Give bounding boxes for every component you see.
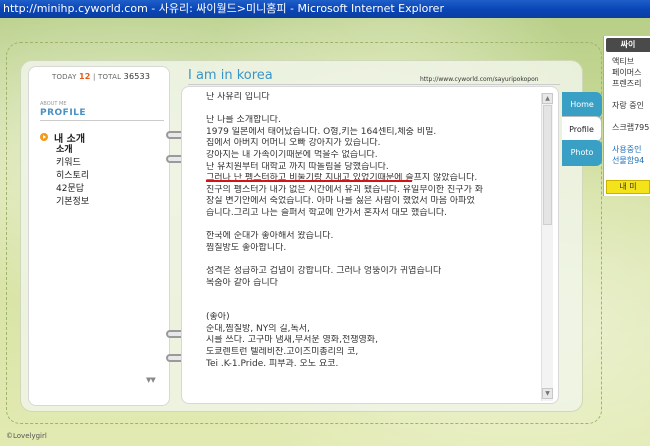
content-line: 순대,찜질방, NY의 길,독서, — [206, 323, 310, 334]
side-panel-item[interactable] — [612, 133, 649, 144]
content-line: 집에서 아버지 어머니 오빠 강아지가 있습니다. — [206, 138, 381, 149]
content-line: 1979 일본에서 태어났습니다. O형,키는 164센티,체중 비밀. — [206, 126, 437, 137]
total-label: TOTAL — [98, 73, 122, 81]
header-divider — [188, 84, 560, 85]
content-line — [206, 254, 536, 266]
menu-item-42qa[interactable]: 42문답 — [40, 183, 89, 196]
side-panel-item[interactable] — [612, 89, 649, 100]
tab-home[interactable]: Home — [562, 92, 602, 118]
about-me-label: ABOUT ME — [40, 101, 67, 107]
content-line — [206, 289, 536, 301]
content-line: 성격은 성급하고 겁념이 강합니다. 그러나 엉뚱이가 귀엽습니다 — [206, 265, 442, 276]
scroll-thumb[interactable] — [543, 105, 552, 225]
menu-main-item[interactable]: 내 소개 — [40, 130, 89, 145]
content-line: (좋아) — [206, 312, 230, 323]
content-line: 강아지는 내 가족이기때문에 먹을수 없습니다. — [206, 149, 378, 160]
profile-divider — [40, 120, 164, 121]
homepage-url[interactable]: http://www.cyworld.com/sayuripokopon — [420, 76, 539, 83]
content-line: 그러나 난 펭스터하고 비둘기랑 지내고 있었기때문에 슬프지 않았습니다. — [206, 173, 478, 184]
content-line: 난 사유리 입니다 — [206, 92, 270, 102]
content-line: 시를 쓰다. 고구마 냄새,무서운 영화,전쟁영화, — [206, 335, 378, 346]
content-line: 도쿄렌트런 텔레비잔.고이즈미총리의 코, — [206, 347, 359, 358]
profile-menu: 내 소개 소개 키워드 히스토리 42문답 기본정보 — [40, 130, 89, 209]
content-line: 한국에 순대가 좋아해서 왔습니다. — [206, 231, 334, 242]
my-minihompy-button[interactable]: 내 미 — [606, 180, 650, 194]
side-panel-item[interactable]: 액티브 — [612, 56, 649, 67]
scroll-up-icon[interactable]: ▲ — [542, 93, 553, 104]
visitor-counter: TODAY 12 | TOTAL 36533 — [52, 72, 150, 81]
menu-item-basic-info[interactable]: 기본정보 — [40, 196, 89, 209]
content-line: 목숨아 같아 습니다 — [206, 277, 278, 288]
red-underline — [206, 180, 412, 182]
menu-item-keyword[interactable]: 키워드 — [40, 157, 89, 170]
tab-photo[interactable]: Photo — [562, 140, 602, 166]
content-line: 친구의 펭스터가 내가 없은 시간에서 유괴 됐습니다. 유일무이한 친구가 화 — [206, 184, 484, 195]
today-count: 12 — [79, 72, 91, 81]
page-title: I am in korea — [188, 68, 273, 83]
content-line: 장실 변기안에서 죽었습니다. 아마 나를 싫은 사람이 했었서 마음 아파었 — [206, 196, 475, 207]
content-line: 찜질방도 좋아합니다. — [206, 242, 287, 253]
menu-item-history[interactable]: 히스토리 — [40, 170, 89, 183]
double-chevron-down-icon[interactable]: ▼▼ — [146, 376, 156, 384]
total-count: 36533 — [123, 72, 151, 81]
side-panel-item[interactable]: 페이머스 — [612, 67, 649, 78]
scrollbar[interactable]: ▲ ▼ — [541, 93, 553, 401]
scroll-down-icon[interactable]: ▼ — [542, 388, 553, 399]
content-line — [206, 104, 536, 116]
content-line: 난 나를 소개합니다. — [206, 115, 281, 126]
side-panel-item[interactable]: 프렌즈리 — [612, 78, 649, 89]
menu-main-label: 내 소개 — [54, 133, 86, 145]
orange-arrow-icon — [40, 133, 48, 141]
profile-title: PROFILE — [40, 108, 87, 118]
profile-content: 난 사유리 입니다난 나를 소개합니다. 1979 일본에서 태어났습니다. O형… — [206, 92, 536, 400]
side-panel-item[interactable]: 자랑 중인 — [612, 100, 649, 111]
side-panel-item[interactable] — [612, 111, 649, 122]
today-label: TODAY — [52, 73, 77, 81]
content-line: 난 유치원부터 대학교 까지 따돌림을 당했습니다. — [206, 161, 389, 172]
copyright: ©Lovelygirl — [6, 432, 47, 440]
side-panel-item[interactable]: 선물함94 — [612, 155, 649, 166]
content-line — [206, 301, 536, 313]
content-line: Tei .K-1.Pride. 피부과. 오노 요코. — [206, 358, 339, 369]
tab-profile[interactable]: Profile — [562, 116, 602, 142]
side-panel-item[interactable]: 스크랩795 — [612, 122, 649, 133]
window-title-bar: http://minihp.cyworld.com - 사유리: 싸이월드>미니… — [0, 0, 650, 18]
side-panel-item[interactable]: 사용중인 — [612, 144, 649, 155]
content-line: 습니다.그리고 나는 슬퍼서 학교에 안가서 혼자서 대모 했습니다. — [206, 207, 448, 218]
menu-item-intro[interactable]: 소개 — [40, 144, 89, 157]
side-panel-list: 액티브 페이머스 프렌즈리자랑 중인스크랩795 사용중인 선물함94 — [612, 56, 649, 166]
content-line — [206, 220, 536, 232]
counter-separator: | — [93, 73, 96, 81]
side-panel-header: 싸이 — [606, 38, 650, 52]
